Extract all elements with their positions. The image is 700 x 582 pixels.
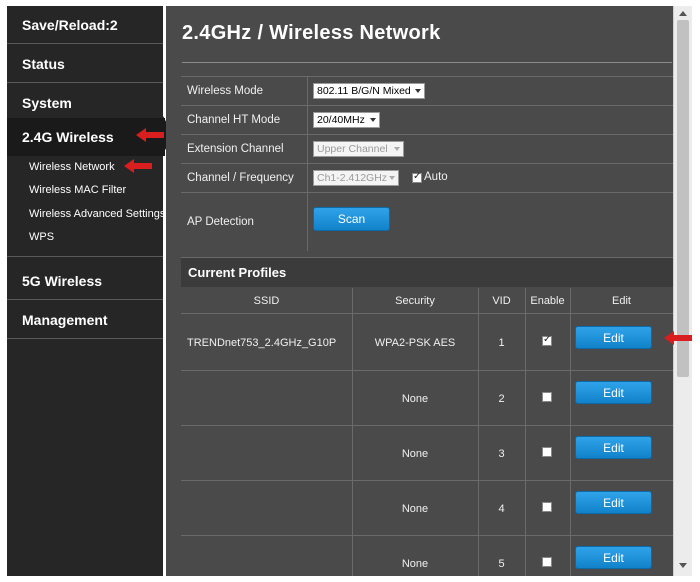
column-divider [307, 77, 308, 105]
channel-ht-mode-label: Channel HT Mode [187, 114, 281, 126]
chevron-down-icon [389, 176, 395, 180]
sidebar-item-label: Management [22, 311, 108, 328]
sidebar-item-status[interactable]: Status [7, 45, 163, 83]
profile-enable-checkbox[interactable] [542, 334, 552, 346]
annotation-arrow-icon [124, 159, 152, 173]
sidebar-item-label: Status [22, 55, 65, 72]
auto-channel-label: Auto [424, 171, 448, 183]
sidebar-item-label: 2.4G Wireless [22, 129, 114, 145]
sidebar-subitem-wireless-advanced-settings[interactable]: Wireless Advanced Settings [29, 205, 165, 223]
current-profiles-header: Current Profiles [181, 257, 673, 287]
scan-button[interactable]: Scan [313, 207, 390, 231]
profile-security: None [401, 447, 429, 460]
channel-frequency-value: Ch1-2.412GHz [317, 172, 388, 184]
extension-channel-row: Extension Channel Upper Channel [181, 135, 673, 164]
page-title: 2.4GHz / Wireless Network [182, 22, 441, 44]
channel-frequency-select: Ch1-2.412GHz [313, 170, 399, 186]
sidebar-item-system[interactable]: System [7, 84, 163, 122]
annotation-arrow-icon [664, 331, 692, 345]
sidebar-item-management[interactable]: Management [7, 301, 163, 339]
sidebar-divider [7, 256, 163, 257]
chevron-down-icon [415, 89, 421, 93]
channel-frequency-label: Channel / Frequency [187, 172, 294, 184]
column-divider [525, 288, 526, 576]
column-divider [307, 164, 308, 192]
vertical-scrollbar[interactable] [673, 6, 692, 576]
sidebar-item-label: Save/Reload:2 [22, 16, 118, 33]
ap-detection-row: AP Detection Scan [181, 193, 673, 251]
profile-edit-button[interactable]: Edit [575, 491, 652, 514]
sidebar-item-label: 5G Wireless [22, 272, 103, 289]
title-divider [182, 62, 672, 63]
scroll-up-arrow-icon[interactable] [679, 11, 687, 16]
profile-enable-checkbox[interactable] [542, 447, 552, 457]
sidebar-subitem-wireless-mac-filter[interactable]: Wireless MAC Filter [29, 181, 126, 199]
sidebar-item-save-reload[interactable]: Save/Reload:2 [7, 6, 163, 44]
wireless-mode-row: Wireless Mode 802.11 B/G/N Mixed [181, 77, 673, 106]
column-divider [307, 193, 308, 251]
ap-detection-label: AP Detection [187, 216, 254, 228]
sidebar-subitem-wps[interactable]: WPS [29, 228, 54, 246]
extension-channel-select: Upper Channel [313, 141, 404, 157]
profile-edit-button[interactable]: Edit [575, 326, 652, 349]
chevron-down-icon [370, 118, 376, 122]
channel-ht-mode-select[interactable]: 20/40MHz [313, 112, 380, 128]
profile-enable-checkbox[interactable] [542, 557, 552, 567]
extension-channel-value: Upper Channel [317, 143, 388, 155]
profile-vid: 4 [498, 502, 505, 515]
column-header-ssid: SSID [181, 288, 352, 314]
wireless-mode-value: 802.11 B/G/N Mixed [317, 85, 411, 97]
profile-vid: 2 [498, 392, 505, 405]
column-divider [307, 106, 308, 134]
channel-frequency-row: Channel / Frequency Ch1-2.412GHz Auto [181, 164, 673, 193]
column-divider [307, 135, 308, 163]
sidebar-item-label: System [22, 94, 72, 111]
column-header-vid: VID [478, 288, 525, 314]
profile-ssid: TRENDnet753_2.4GHz_G10P [187, 336, 337, 349]
scrollbar-thumb[interactable] [677, 20, 689, 377]
sidebar-subitem-wireless-network[interactable]: Wireless Network [29, 158, 115, 176]
column-header-security: Security [352, 288, 478, 314]
profile-vid: 3 [498, 447, 505, 460]
profile-enable-checkbox[interactable] [542, 392, 552, 402]
wireless-mode-label: Wireless Mode [187, 85, 264, 97]
profile-security: None [401, 557, 429, 570]
annotation-arrow-icon [136, 128, 164, 142]
profile-edit-button[interactable]: Edit [575, 546, 652, 569]
extension-channel-label: Extension Channel [187, 143, 284, 155]
channel-ht-mode-row: Channel HT Mode 20/40MHz [181, 106, 673, 135]
sidebar-item-5g-wireless[interactable]: 5G Wireless [7, 262, 163, 300]
profile-vid: 1 [498, 336, 505, 349]
channel-ht-mode-value: 20/40MHz [317, 114, 365, 126]
profile-vid: 5 [498, 557, 505, 570]
chevron-down-icon [394, 147, 400, 151]
profile-security: None [401, 502, 429, 515]
column-header-enable: Enable [525, 288, 570, 314]
profile-enable-checkbox[interactable] [542, 502, 552, 512]
profile-edit-button[interactable]: Edit [575, 381, 652, 404]
scroll-down-arrow-icon[interactable] [679, 563, 687, 568]
profile-security: None [401, 392, 429, 405]
column-header-edit: Edit [570, 288, 673, 314]
wireless-mode-select[interactable]: 802.11 B/G/N Mixed [313, 83, 425, 99]
column-divider [570, 288, 571, 576]
auto-channel-checkbox[interactable] [412, 171, 422, 183]
content-panel: 2.4GHz / Wireless Network Wireless Mode … [166, 6, 692, 576]
profile-security: WPA2-PSK AES [374, 336, 456, 349]
profile-edit-button[interactable]: Edit [575, 436, 652, 459]
